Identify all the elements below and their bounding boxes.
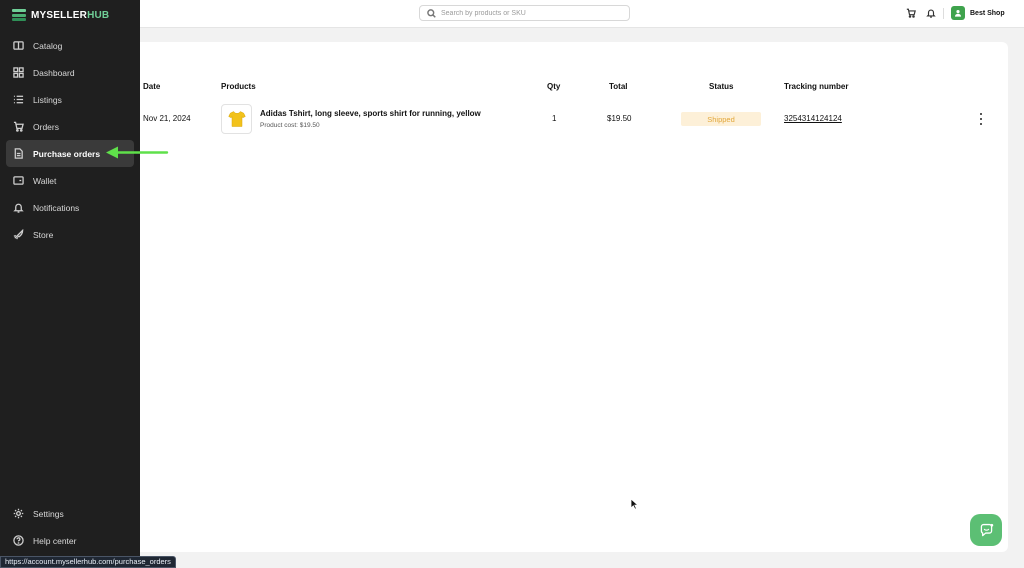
more-options-icon[interactable]	[977, 113, 985, 125]
sidebar-item-dashboard[interactable]: Dashboard	[6, 59, 134, 86]
gear-icon	[13, 508, 24, 519]
logo-text-main: MYSELLER	[31, 9, 88, 21]
bell-icon[interactable]	[925, 7, 937, 19]
search-box[interactable]	[419, 5, 630, 21]
cart-icon	[13, 121, 24, 132]
sidebar-item-label: Store	[33, 229, 54, 240]
order-date: Nov 21, 2024	[143, 114, 191, 123]
sidebar: MYSELLERHUB Catalog Dashboard Listings O…	[0, 0, 140, 568]
sidebar-item-label: Catalog	[33, 40, 63, 51]
sidebar-nav: Catalog Dashboard Listings Orders Purcha…	[6, 32, 134, 248]
order-qty: 1	[552, 114, 557, 123]
dashboard-icon	[13, 67, 24, 78]
sidebar-item-wallet[interactable]: Wallet	[6, 167, 134, 194]
logo-icon	[12, 9, 26, 21]
column-header-status: Status	[709, 82, 734, 91]
sidebar-item-label: Dashboard	[33, 67, 75, 78]
chat-icon	[980, 523, 993, 536]
annotation-arrow-icon	[106, 146, 169, 159]
help-icon	[13, 535, 24, 546]
mouse-cursor-icon	[630, 498, 639, 510]
column-header-total: Total	[609, 82, 628, 91]
document-icon	[13, 148, 24, 159]
sidebar-item-help-center[interactable]: Help center	[6, 527, 134, 554]
chat-support-button[interactable]	[970, 514, 1002, 546]
shop-menu[interactable]: Best Shop	[951, 6, 1005, 20]
product-thumbnail[interactable]	[221, 104, 252, 134]
sidebar-item-settings[interactable]: Settings	[6, 500, 134, 527]
sidebar-item-label: Help center	[33, 535, 77, 546]
sidebar-item-label: Settings	[33, 508, 64, 519]
column-header-tracking: Tracking number	[784, 82, 849, 91]
column-header-date: Date	[143, 82, 161, 91]
column-header-products: Products	[221, 82, 256, 91]
list-icon	[13, 94, 24, 105]
status-badge: Shipped	[681, 112, 761, 126]
product-cost: Product cost: $19.50	[260, 122, 320, 129]
top-bar: Best Shop	[140, 0, 1024, 28]
sidebar-item-label: Wallet	[33, 175, 57, 186]
order-total: $19.50	[607, 114, 632, 123]
sidebar-item-catalog[interactable]: Catalog	[6, 32, 134, 59]
logo-text-accent: HUB	[87, 9, 110, 21]
divider	[943, 8, 944, 19]
rocket-icon	[13, 229, 24, 240]
shop-avatar-icon	[951, 6, 965, 20]
sidebar-item-store[interactable]: Store	[6, 221, 134, 248]
shop-name: Best Shop	[970, 9, 1005, 17]
sidebar-bottom-nav: Settings Help center	[6, 500, 134, 554]
sidebar-item-label: Orders	[33, 121, 59, 132]
bell-icon	[13, 202, 24, 213]
status-bar-url: https://account.mysellerhub.com/purchase…	[0, 556, 176, 568]
search-icon	[427, 8, 436, 18]
catalog-icon	[13, 40, 24, 51]
sidebar-item-notifications[interactable]: Notifications	[6, 194, 134, 221]
sidebar-item-label: Purchase orders	[33, 148, 101, 159]
search-input[interactable]	[441, 9, 621, 17]
wallet-icon	[13, 175, 24, 186]
logo[interactable]: MYSELLERHUB	[12, 9, 109, 21]
tracking-number-link[interactable]: 3254314124124	[784, 114, 842, 123]
sidebar-item-listings[interactable]: Listings	[6, 86, 134, 113]
sidebar-item-label: Notifications	[33, 202, 80, 213]
sidebar-item-orders[interactable]: Orders	[6, 113, 134, 140]
sidebar-item-label: Listings	[33, 94, 62, 105]
product-title[interactable]: Adidas Tshirt, long sleeve, sports shirt…	[260, 109, 481, 118]
cart-icon[interactable]	[905, 7, 917, 19]
column-header-qty: Qty	[547, 82, 561, 91]
tshirt-icon	[227, 111, 246, 127]
purchase-orders-card	[140, 42, 1008, 552]
